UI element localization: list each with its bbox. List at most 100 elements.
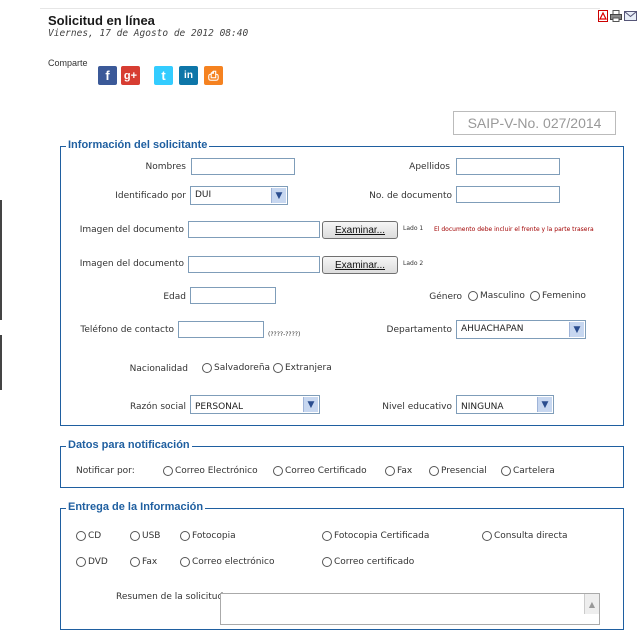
- option-label: Correo Electrónico: [175, 466, 258, 476]
- option-label: Salvadoreña: [214, 363, 271, 373]
- imagen1-file-input[interactable]: [188, 221, 320, 238]
- radio-button[interactable]: [76, 531, 86, 541]
- resumen-textarea[interactable]: ▲: [220, 593, 600, 625]
- radio-button[interactable]: [130, 531, 140, 541]
- imagen2-file-input[interactable]: [188, 256, 320, 273]
- chevron-down-icon[interactable]: ▼: [569, 322, 584, 337]
- radio-button[interactable]: [530, 291, 540, 301]
- left-edge-line: [0, 200, 2, 320]
- radio-button[interactable]: [482, 531, 492, 541]
- chevron-down-icon[interactable]: ▼: [537, 397, 552, 412]
- notificar-correo-certificado-option[interactable]: Correo Certificado: [273, 466, 367, 476]
- option-label: Extranjera: [285, 363, 332, 373]
- notificar-cartelera-option[interactable]: Cartelera: [501, 466, 555, 476]
- notificar-presencial-option[interactable]: Presencial: [429, 466, 487, 476]
- email-icon[interactable]: [624, 11, 637, 21]
- option-label: Fotocopia: [192, 531, 236, 541]
- radio-button[interactable]: [163, 466, 173, 476]
- share-label: Comparte: [48, 58, 88, 68]
- top-divider: [40, 8, 600, 9]
- option-label: Fax: [142, 557, 158, 567]
- radio-button[interactable]: [273, 363, 283, 373]
- nodoc-input[interactable]: [456, 186, 560, 203]
- entrega-usb-option[interactable]: USB: [130, 531, 160, 541]
- entrega-fax-option[interactable]: Fax: [130, 557, 157, 567]
- identificado-select[interactable]: DUI ▼: [190, 186, 288, 205]
- option-label: Correo certificado: [334, 557, 415, 567]
- left-edge-line: [0, 335, 2, 390]
- nodoc-label: No. de documento: [369, 191, 452, 201]
- radio-button[interactable]: [501, 466, 511, 476]
- googleplus-icon[interactable]: g+: [121, 66, 140, 85]
- radio-button[interactable]: [130, 557, 140, 567]
- notificar-correo-electronico-option[interactable]: Correo Electrónico: [163, 466, 258, 476]
- radio-button[interactable]: [322, 557, 332, 567]
- lado2-label: Lado 2: [403, 260, 424, 267]
- option-label: Presencial: [441, 466, 487, 476]
- facebook-icon[interactable]: f: [98, 66, 117, 85]
- option-label: Consulta directa: [494, 531, 568, 541]
- scroll-up-icon[interactable]: ▲: [584, 594, 599, 614]
- radio-button[interactable]: [322, 531, 332, 541]
- edad-input[interactable]: [190, 287, 276, 304]
- nacionalidad-extranjera-option[interactable]: Extranjera: [273, 363, 332, 373]
- document-note: El documento debe incluir el frente y la…: [434, 226, 594, 233]
- linkedin-icon[interactable]: in: [179, 66, 198, 85]
- chevron-down-icon[interactable]: ▼: [303, 397, 318, 412]
- option-label: Correo Certificado: [285, 466, 367, 476]
- edad-label: Edad: [163, 292, 186, 302]
- option-label: Masculino: [480, 291, 525, 301]
- radio-button[interactable]: [429, 466, 439, 476]
- radio-button[interactable]: [180, 531, 190, 541]
- radio-button[interactable]: [76, 557, 86, 567]
- nivel-select[interactable]: NINGUNA ▼: [456, 395, 554, 414]
- radio-button[interactable]: [180, 557, 190, 567]
- radio-button[interactable]: [273, 466, 283, 476]
- genero-label: Género: [429, 292, 462, 302]
- page-date: Viernes, 17 de Agosto de 2012 08:40: [48, 28, 249, 39]
- pdf-icon[interactable]: [598, 10, 609, 22]
- option-label: Correo electrónico: [192, 557, 275, 567]
- examinar2-button[interactable]: Examinar...: [322, 256, 398, 274]
- entrega-fotocopia-option[interactable]: Fotocopia: [180, 531, 236, 541]
- notificacion-legend: Datos para notificación: [66, 439, 192, 451]
- telefono-input[interactable]: [178, 321, 264, 338]
- chevron-down-icon[interactable]: ▼: [271, 188, 286, 203]
- radio-button[interactable]: [202, 363, 212, 373]
- option-label: Fotocopia Certificada: [334, 531, 430, 541]
- notificar-fax-option[interactable]: Fax: [385, 466, 412, 476]
- twitter-icon[interactable]: t: [154, 66, 173, 85]
- entrega-consulta-directa-option[interactable]: Consulta directa: [482, 531, 568, 541]
- entrega-correo-electronico-option[interactable]: Correo electrónico: [180, 557, 274, 567]
- print-icon[interactable]: [610, 10, 622, 22]
- option-label: DVD: [88, 557, 108, 567]
- apellidos-label: Apellidos: [409, 162, 450, 172]
- option-label: CD: [88, 531, 102, 541]
- genero-masculino-option[interactable]: Masculino: [468, 291, 525, 301]
- razon-select[interactable]: PERSONAL ▼: [190, 395, 320, 414]
- entrega-fotocopia-certificada-option[interactable]: Fotocopia Certificada: [322, 531, 429, 541]
- departamento-select[interactable]: AHUACHAPAN ▼: [456, 320, 586, 339]
- option-label: Fax: [397, 466, 413, 476]
- nombres-label: Nombres: [145, 162, 186, 172]
- entrega-legend: Entrega de la Información: [66, 501, 206, 513]
- radio-button[interactable]: [468, 291, 478, 301]
- option-label: Femenino: [542, 291, 586, 301]
- entrega-correo-certificado-option[interactable]: Correo certificado: [322, 557, 414, 567]
- identificado-value: DUI: [195, 190, 212, 200]
- imagen2-label: Imagen del documento: [79, 259, 184, 269]
- print-share-icon[interactable]: ⎙: [204, 66, 223, 85]
- nacionalidad-salvadorena-option[interactable]: Salvadoreña: [202, 363, 270, 373]
- notificar-label: Notificar por:: [76, 466, 135, 476]
- entrega-dvd-option[interactable]: DVD: [76, 557, 108, 567]
- page-title: Solicitud en línea: [48, 13, 155, 28]
- telefono-hint: (????-????): [268, 331, 301, 338]
- genero-femenino-option[interactable]: Femenino: [530, 291, 586, 301]
- nacionalidad-label: Nacionalidad: [129, 364, 188, 374]
- apellidos-input[interactable]: [456, 158, 560, 175]
- examinar1-button[interactable]: Examinar...: [322, 221, 398, 239]
- radio-button[interactable]: [385, 466, 395, 476]
- nombres-input[interactable]: [191, 158, 295, 175]
- resumen-label: Resumen de la solicitud: [116, 592, 224, 602]
- entrega-cd-option[interactable]: CD: [76, 531, 101, 541]
